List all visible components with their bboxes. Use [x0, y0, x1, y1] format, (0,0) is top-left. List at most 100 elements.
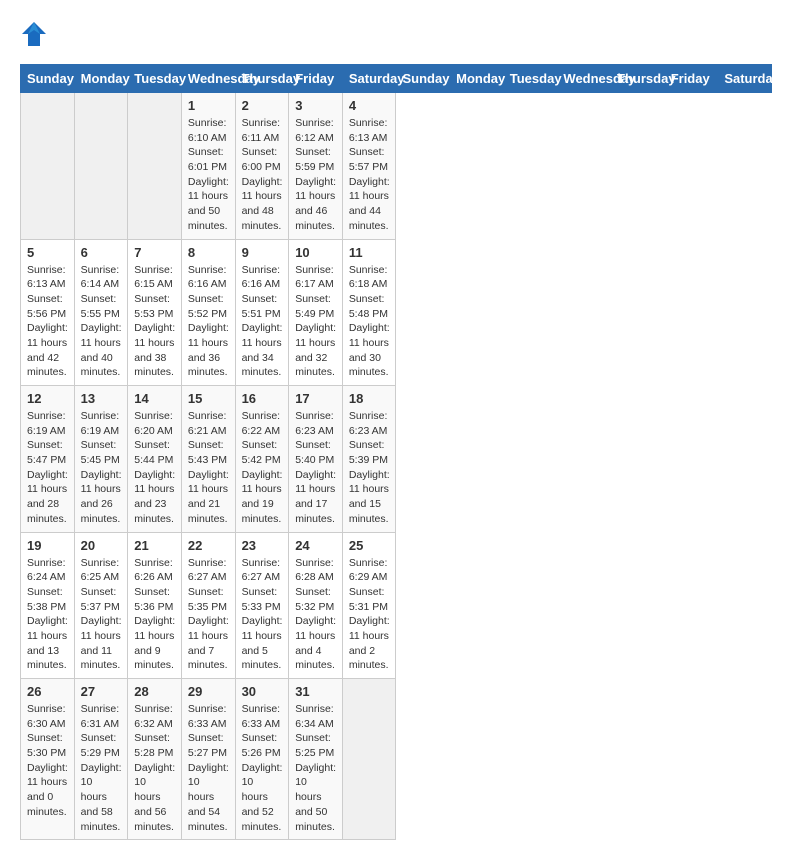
- weekday-header-tuesday: Tuesday: [503, 65, 557, 93]
- day-info: Sunrise: 6:21 AM Sunset: 5:43 PM Dayligh…: [188, 409, 229, 527]
- calendar-cell: 14 Sunrise: 6:20 AM Sunset: 5:44 PM Dayli…: [128, 386, 182, 533]
- weekday-header-sunday: Sunday: [396, 65, 450, 93]
- weekday-header-saturday: Saturday: [342, 65, 396, 93]
- calendar-cell: [21, 93, 75, 240]
- day-number: 5: [27, 245, 68, 260]
- day-info: Sunrise: 6:30 AM Sunset: 5:30 PM Dayligh…: [27, 702, 68, 820]
- calendar-cell: 7Sunrise: 6:15 AM Sunset: 5:53 PM Daylig…: [128, 239, 182, 386]
- calendar-week-row: 5 Sunrise: 6:13 AM Sunset: 5:56 PM Daylig…: [21, 239, 772, 386]
- day-number: 2: [242, 98, 283, 113]
- day-number: 22: [188, 538, 229, 553]
- day-info: Sunrise: 6:32 AM Sunset: 5:28 PM Dayligh…: [134, 702, 175, 834]
- calendar-cell: 1Sunrise: 6:10 AM Sunset: 6:01 PM Daylig…: [181, 93, 235, 240]
- day-number: 17: [295, 391, 336, 406]
- weekday-header-saturday: Saturday: [718, 65, 772, 93]
- calendar-cell: 23 Sunrise: 6:27 AM Sunset: 5:33 PM Dayli…: [235, 532, 289, 679]
- day-info: Sunrise: 6:23 AM Sunset: 5:40 PM Dayligh…: [295, 409, 336, 527]
- weekday-header-tuesday: Tuesday: [128, 65, 182, 93]
- day-info: Sunrise: 6:27 AM Sunset: 5:33 PM Dayligh…: [242, 556, 283, 674]
- calendar-cell: [342, 679, 396, 840]
- day-number: 13: [81, 391, 122, 406]
- day-number: 9: [242, 245, 283, 260]
- weekday-header-friday: Friday: [664, 65, 718, 93]
- day-number: 29: [188, 684, 229, 699]
- day-number: 20: [81, 538, 122, 553]
- day-number: 31: [295, 684, 336, 699]
- day-info: Sunrise: 6:17 AM Sunset: 5:49 PM Dayligh…: [295, 263, 336, 381]
- calendar-cell: 29 Sunrise: 6:33 AM Sunset: 5:27 PM Dayli…: [181, 679, 235, 840]
- day-number: 6: [81, 245, 122, 260]
- day-info: Sunrise: 6:22 AM Sunset: 5:42 PM Dayligh…: [242, 409, 283, 527]
- day-number: 23: [242, 538, 283, 553]
- calendar-cell: 28 Sunrise: 6:32 AM Sunset: 5:28 PM Dayli…: [128, 679, 182, 840]
- calendar-week-row: 19Sunrise: 6:24 AM Sunset: 5:38 PM Dayli…: [21, 532, 772, 679]
- weekday-header-monday: Monday: [74, 65, 128, 93]
- day-number: 18: [349, 391, 390, 406]
- calendar-cell: 26 Sunrise: 6:30 AM Sunset: 5:30 PM Dayli…: [21, 679, 75, 840]
- day-info: Sunrise: 6:25 AM Sunset: 5:37 PM Dayligh…: [81, 556, 122, 674]
- day-info: Sunrise: 6:31 AM Sunset: 5:29 PM Dayligh…: [81, 702, 122, 834]
- calendar-cell: 30Sunrise: 6:33 AM Sunset: 5:26 PM Dayli…: [235, 679, 289, 840]
- day-info: Sunrise: 6:34 AM Sunset: 5:25 PM Dayligh…: [295, 702, 336, 834]
- calendar-cell: 24 Sunrise: 6:28 AM Sunset: 5:32 PM Dayli…: [289, 532, 343, 679]
- day-info: Sunrise: 6:11 AM Sunset: 6:00 PM Dayligh…: [242, 116, 283, 234]
- calendar-cell: 22 Sunrise: 6:27 AM Sunset: 5:35 PM Dayli…: [181, 532, 235, 679]
- calendar-cell: 10 Sunrise: 6:17 AM Sunset: 5:49 PM Dayli…: [289, 239, 343, 386]
- calendar-cell: 15 Sunrise: 6:21 AM Sunset: 5:43 PM Dayli…: [181, 386, 235, 533]
- weekday-header-thursday: Thursday: [235, 65, 289, 93]
- day-info: Sunrise: 6:24 AM Sunset: 5:38 PM Dayligh…: [27, 556, 68, 674]
- day-number: 26: [27, 684, 68, 699]
- day-number: 8: [188, 245, 229, 260]
- day-info: Sunrise: 6:23 AM Sunset: 5:39 PM Dayligh…: [349, 409, 390, 527]
- calendar-cell: 9 Sunrise: 6:16 AM Sunset: 5:51 PM Daylig…: [235, 239, 289, 386]
- day-info: Sunrise: 6:28 AM Sunset: 5:32 PM Dayligh…: [295, 556, 336, 674]
- calendar-cell: 18 Sunrise: 6:23 AM Sunset: 5:39 PM Dayli…: [342, 386, 396, 533]
- day-number: 12: [27, 391, 68, 406]
- page-header: [20, 20, 772, 48]
- calendar-cell: [74, 93, 128, 240]
- weekday-header-friday: Friday: [289, 65, 343, 93]
- day-info: Sunrise: 6:16 AM Sunset: 5:51 PM Dayligh…: [242, 263, 283, 381]
- logo: [20, 20, 52, 48]
- day-number: 27: [81, 684, 122, 699]
- day-info: Sunrise: 6:20 AM Sunset: 5:44 PM Dayligh…: [134, 409, 175, 527]
- day-info: Sunrise: 6:26 AM Sunset: 5:36 PM Dayligh…: [134, 556, 175, 674]
- calendar-cell: 11Sunrise: 6:18 AM Sunset: 5:48 PM Dayli…: [342, 239, 396, 386]
- calendar-week-row: 26 Sunrise: 6:30 AM Sunset: 5:30 PM Dayli…: [21, 679, 772, 840]
- calendar-cell: 8 Sunrise: 6:16 AM Sunset: 5:52 PM Daylig…: [181, 239, 235, 386]
- day-number: 30: [242, 684, 283, 699]
- calendar-cell: 4Sunrise: 6:13 AM Sunset: 5:57 PM Daylig…: [342, 93, 396, 240]
- calendar-header-row: SundayMondayTuesdayWednesdayThursdayFrid…: [21, 65, 772, 93]
- calendar-cell: 21 Sunrise: 6:26 AM Sunset: 5:36 PM Dayli…: [128, 532, 182, 679]
- day-info: Sunrise: 6:14 AM Sunset: 5:55 PM Dayligh…: [81, 263, 122, 381]
- day-info: Sunrise: 6:19 AM Sunset: 5:47 PM Dayligh…: [27, 409, 68, 527]
- weekday-header-wednesday: Wednesday: [181, 65, 235, 93]
- calendar-cell: 12 Sunrise: 6:19 AM Sunset: 5:47 PM Dayli…: [21, 386, 75, 533]
- calendar-cell: 25Sunrise: 6:29 AM Sunset: 5:31 PM Dayli…: [342, 532, 396, 679]
- day-info: Sunrise: 6:33 AM Sunset: 5:27 PM Dayligh…: [188, 702, 229, 834]
- day-info: Sunrise: 6:18 AM Sunset: 5:48 PM Dayligh…: [349, 263, 390, 381]
- calendar-cell: 13Sunrise: 6:19 AM Sunset: 5:45 PM Dayli…: [74, 386, 128, 533]
- calendar-cell: 2 Sunrise: 6:11 AM Sunset: 6:00 PM Daylig…: [235, 93, 289, 240]
- calendar-cell: 27 Sunrise: 6:31 AM Sunset: 5:29 PM Dayli…: [74, 679, 128, 840]
- calendar-table: SundayMondayTuesdayWednesdayThursdayFrid…: [20, 64, 772, 840]
- day-number: 15: [188, 391, 229, 406]
- day-number: 24: [295, 538, 336, 553]
- day-number: 4: [349, 98, 390, 113]
- day-number: 10: [295, 245, 336, 260]
- day-number: 28: [134, 684, 175, 699]
- day-number: 14: [134, 391, 175, 406]
- weekday-header-wednesday: Wednesday: [557, 65, 611, 93]
- weekday-header-monday: Monday: [450, 65, 504, 93]
- calendar-cell: 19Sunrise: 6:24 AM Sunset: 5:38 PM Dayli…: [21, 532, 75, 679]
- day-info: Sunrise: 6:15 AM Sunset: 5:53 PM Dayligh…: [134, 263, 175, 381]
- day-info: Sunrise: 6:27 AM Sunset: 5:35 PM Dayligh…: [188, 556, 229, 674]
- day-info: Sunrise: 6:16 AM Sunset: 5:52 PM Dayligh…: [188, 263, 229, 381]
- calendar-cell: 5 Sunrise: 6:13 AM Sunset: 5:56 PM Daylig…: [21, 239, 75, 386]
- calendar-cell: 3Sunrise: 6:12 AM Sunset: 5:59 PM Daylig…: [289, 93, 343, 240]
- day-number: 16: [242, 391, 283, 406]
- day-number: 21: [134, 538, 175, 553]
- day-info: Sunrise: 6:13 AM Sunset: 5:56 PM Dayligh…: [27, 263, 68, 381]
- calendar-cell: 6 Sunrise: 6:14 AM Sunset: 5:55 PM Daylig…: [74, 239, 128, 386]
- day-number: 3: [295, 98, 336, 113]
